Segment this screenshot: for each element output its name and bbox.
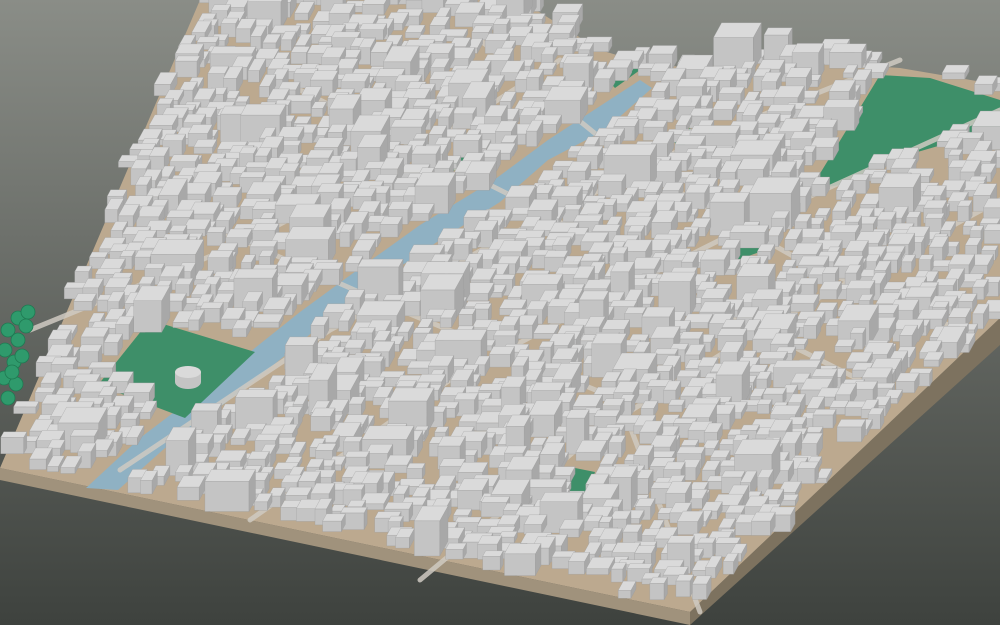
building [253, 313, 284, 328]
building [597, 173, 627, 199]
building [488, 346, 515, 368]
building [692, 575, 712, 600]
building [677, 510, 704, 536]
building [103, 333, 123, 356]
city-model-scene[interactable] [0, 0, 1000, 625]
building [797, 461, 819, 485]
building [406, 463, 426, 480]
building [290, 45, 311, 65]
building [482, 550, 504, 571]
building [610, 562, 627, 583]
building [174, 55, 201, 78]
building [836, 419, 866, 442]
building [788, 293, 820, 313]
building [77, 442, 97, 469]
building [803, 316, 822, 340]
building [13, 400, 40, 415]
building [668, 399, 686, 413]
building [957, 200, 973, 222]
building [379, 216, 403, 238]
building [0, 431, 28, 454]
building [207, 250, 234, 274]
map-viewport[interactable] [0, 0, 1000, 625]
building [445, 542, 467, 560]
building [458, 308, 477, 327]
building [575, 440, 608, 461]
building [348, 396, 366, 416]
building [310, 316, 330, 339]
building [133, 285, 171, 333]
building [983, 223, 1000, 244]
building [464, 160, 497, 191]
building [834, 339, 856, 353]
building [193, 139, 218, 154]
round-tower-icon [175, 366, 201, 389]
building [974, 75, 998, 95]
building [757, 399, 773, 414]
building [414, 505, 449, 557]
building [310, 407, 336, 432]
building [712, 100, 738, 121]
building [526, 69, 544, 94]
building [73, 293, 97, 311]
building [811, 176, 830, 197]
building [176, 475, 206, 501]
building [675, 574, 694, 598]
building [700, 249, 731, 276]
building [941, 64, 970, 80]
building [358, 23, 388, 41]
building [812, 409, 837, 429]
building [751, 511, 776, 536]
building [829, 43, 867, 69]
building [504, 543, 542, 576]
building [204, 469, 256, 512]
building [918, 254, 934, 273]
building [322, 513, 346, 532]
building [819, 281, 842, 300]
building [649, 576, 668, 601]
